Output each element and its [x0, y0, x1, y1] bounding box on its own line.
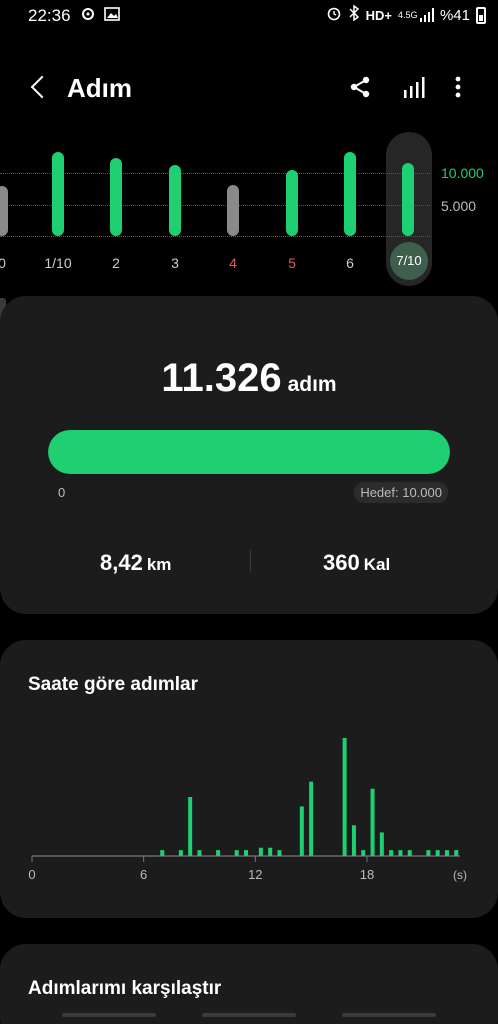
- hourly-bar: [268, 847, 273, 856]
- progress-min-label: 0: [58, 485, 66, 500]
- compare-title: Adımlarımı karşılaştır: [28, 978, 222, 999]
- notification-icon: [80, 6, 96, 25]
- compare-steps-card[interactable]: Adımlarımı karşılaştır: [0, 944, 498, 1024]
- app-header: Adım: [0, 60, 498, 116]
- day-bar-6[interactable]: [344, 152, 356, 236]
- half-goal-line-label: 5.000: [441, 198, 477, 214]
- hourly-tick-label: 18: [360, 867, 374, 882]
- hourly-tick-label: 12: [248, 867, 262, 882]
- nav-hint-left: [62, 1013, 156, 1017]
- hourly-steps-chart: 0 6 12 18 (s): [28, 738, 467, 882]
- day-bar-7[interactable]: [402, 162, 414, 236]
- hourly-bar: [361, 850, 366, 856]
- steps-total: 11.326 adım: [0, 356, 498, 401]
- hourly-bar: [309, 781, 314, 856]
- status-icons: HD+ 4.5G %41: [326, 4, 486, 25]
- calories-unit: Kal: [363, 555, 391, 574]
- status-bar: 22:36 HD+ 4.5G %41: [0, 0, 498, 32]
- hourly-bar: [234, 850, 239, 856]
- network-small-label: 4.5G: [397, 9, 418, 20]
- hourly-bar: [178, 850, 183, 856]
- steps-progress-fill: [48, 430, 450, 474]
- bluetooth-icon: [348, 4, 360, 25]
- hourly-steps-card[interactable]: Saate göre adımlar 0 6 12 18 (s): [0, 640, 498, 918]
- hourly-bar: [160, 850, 165, 856]
- hourly-bar: [197, 850, 202, 856]
- stat-divider: [250, 550, 251, 572]
- bar-chart-icon[interactable]: [401, 74, 429, 102]
- weekly-steps-chart[interactable]: 10.000 5.000 0 1/10 2 3 4 5 6 7/10: [0, 130, 498, 290]
- alarm-icon: [326, 5, 342, 25]
- day-label-6: 6: [346, 255, 354, 271]
- hourly-bar: [370, 788, 375, 856]
- nav-hint-right: [342, 1013, 436, 1017]
- hourly-bar: [444, 850, 449, 856]
- battery-icon: [476, 6, 486, 24]
- day-label-7[interactable]: 7/10: [390, 242, 428, 280]
- day-label-5: 5: [288, 255, 296, 271]
- hourly-bar: [342, 738, 347, 856]
- day-bar-5[interactable]: [286, 170, 298, 236]
- back-arrow-icon[interactable]: [24, 72, 54, 104]
- steps-summary-card: 11.326 adım 0 Hedef: 10.000 8,42 km 360 Kal: [0, 296, 498, 614]
- day-bar-3[interactable]: [169, 165, 181, 236]
- baseline: [0, 236, 430, 237]
- half-goal-line: [0, 205, 430, 206]
- day-label-0: 0: [0, 255, 6, 271]
- more-vert-icon[interactable]: [450, 74, 478, 102]
- day-label-1: 1/10: [44, 255, 72, 271]
- battery-percent: %41: [439, 6, 470, 24]
- day-bar-4[interactable]: [227, 184, 239, 236]
- signal-icon: [419, 8, 434, 22]
- hourly-bar: [435, 850, 440, 856]
- calories-value: 360: [323, 550, 360, 575]
- share-icon[interactable]: [347, 74, 375, 102]
- steps-value: 11.326: [161, 356, 282, 400]
- nav-hint-center: [202, 1013, 296, 1017]
- distance-value: 8,42: [100, 550, 143, 575]
- hourly-bar: [454, 850, 459, 856]
- steps-progress-bar: [48, 430, 450, 474]
- hourly-bar: [299, 806, 304, 856]
- calories-stat: 360 Kal: [323, 550, 390, 576]
- day-label-2: 2: [112, 255, 120, 271]
- hourly-bar: [379, 832, 384, 856]
- network-type: HD+: [365, 7, 392, 23]
- steps-unit: adım: [287, 373, 337, 396]
- hourly-bar: [389, 850, 394, 856]
- goal-badge[interactable]: Hedef: 10.000: [354, 482, 448, 503]
- hourly-bar: [277, 850, 282, 856]
- hourly-bar: [407, 850, 412, 856]
- hourly-bar: [244, 850, 248, 856]
- distance-unit: km: [146, 555, 172, 574]
- gallery-icon: [104, 6, 120, 25]
- hourly-bar: [188, 797, 193, 856]
- distance-stat: 8,42 km: [100, 550, 171, 576]
- hourly-bar: [398, 850, 403, 856]
- goal-line: [0, 173, 430, 174]
- day-bar-1[interactable]: [52, 152, 64, 236]
- hourly-bar: [258, 847, 263, 856]
- hourly-bar: [351, 825, 356, 856]
- goal-line-label: 10.000: [441, 165, 484, 181]
- hourly-tick-label: 0: [28, 867, 35, 882]
- hourly-bar: [426, 850, 431, 856]
- day-bar-2[interactable]: [110, 157, 122, 236]
- hourly-axis-unit: (s): [453, 868, 467, 882]
- status-time: 22:36: [28, 6, 71, 25]
- hourly-bar: [216, 850, 221, 856]
- page-title: Adım: [67, 73, 132, 103]
- hourly-tick-label: 6: [140, 867, 147, 882]
- day-label-4: 4: [229, 255, 237, 271]
- day-label-3: 3: [171, 255, 179, 271]
- day-bar-0[interactable]: [0, 185, 8, 236]
